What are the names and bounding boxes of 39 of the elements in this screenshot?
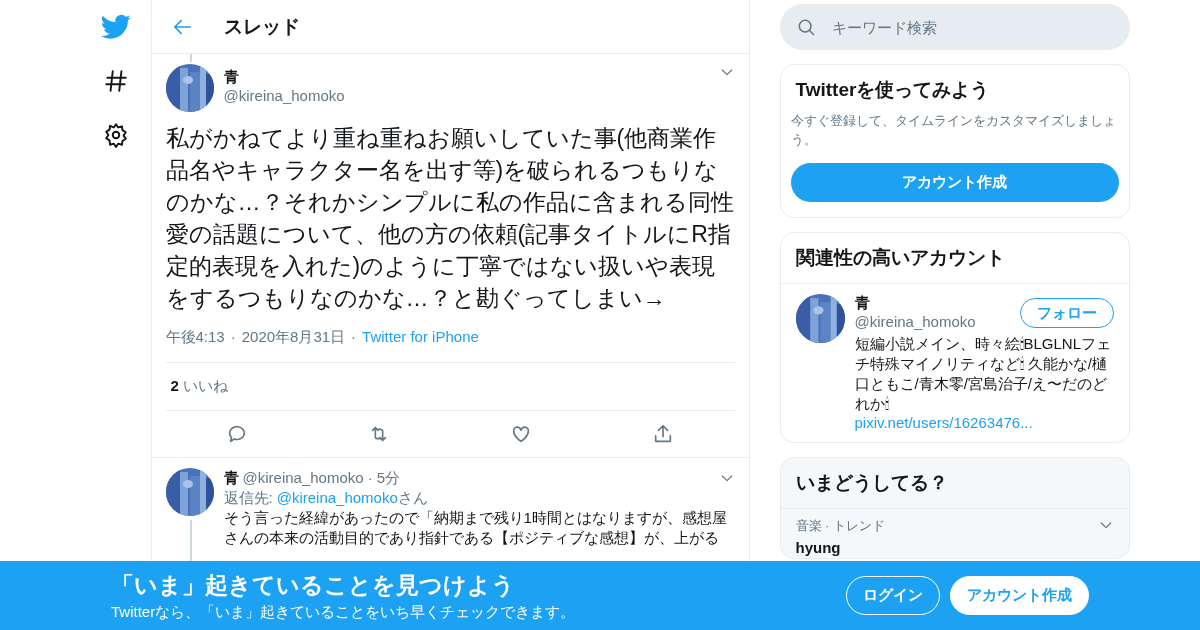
user-bio: 短編小説メイン、時々絵🕯BLGLNLフェチ特殊マイノリティなど🕯 久能かな/樋口ともこ/青木零/宮島治子/え〜だのどれか🕯: [854, 334, 1113, 414]
tweet-time: 午後4:13: [165, 328, 225, 347]
user-name: 青: [854, 294, 871, 313]
tweet-date: 2020年8月31日: [241, 328, 346, 347]
hashtag-icon[interactable]: [102, 68, 129, 94]
card-title: 関連性の高いアカウント: [780, 233, 1129, 284]
user-handle: @kireina_homoko: [223, 87, 346, 104]
card-title: Twitterを使ってみよう: [794, 78, 991, 102]
page-title: スレッド: [223, 14, 300, 39]
banner-title: 「いま」起きていることを見つけよう: [111, 570, 516, 600]
separator-dot: ·: [230, 328, 236, 347]
signup-button[interactable]: アカウント作成: [950, 576, 1089, 615]
user-name: 青: [223, 68, 240, 87]
reply-text: そう言った経緯があったので「納期まで残り1時間とはなりますが、感想屋さんの本来の活動目的であり指針である【ポジティブな感想】が、上がる: [223, 508, 728, 548]
follow-button[interactable]: フォロー: [1019, 298, 1114, 328]
trend-context: 音楽 · トレンド: [795, 517, 887, 535]
reply-to-label: 返信先:: [223, 488, 273, 508]
source-link[interactable]: Twitter for iPhone: [362, 328, 479, 347]
like-label: いいね: [182, 377, 228, 396]
user-handle: @kireina_homoko: [854, 313, 977, 330]
signup-button[interactable]: アカウント作成: [790, 163, 1119, 202]
card-text: 今すぐ登録して、タイムラインをカスタマイズしましょう。: [789, 112, 1117, 149]
bird-logo[interactable]: [100, 14, 131, 40]
like-count: 2: [170, 377, 179, 396]
tweet-text: 私がかねてより重ね重ねお願いしていた事(他商業作品名やキャラクター名を出す等)を破られるつもりなのかな…？それかシンプルに私の作品に含まれる同性愛の話題について、他の方の依頼(記事タイトルにR指定的表現を入れた)のように丁寧ではない扱いや表現をするつもりなのかな…？と勘ぐってしまい→: [165, 124, 735, 313]
user-name: 青: [223, 468, 239, 488]
separator-dot: ·: [367, 468, 373, 488]
profile-link[interactable]: pixiv.net/users/16263476...: [854, 414, 1033, 431]
trend-name: hyung: [795, 539, 842, 556]
card-title: いまどうしてる？: [780, 458, 1129, 509]
honorific: さん: [397, 488, 428, 508]
search-field[interactable]: キーワード検索: [779, 4, 1130, 50]
mention-link[interactable]: @kireina_homoko: [276, 488, 398, 508]
user-handle: @kireina_homoko: [242, 468, 364, 488]
tweet-age: 5分: [376, 468, 400, 488]
settings-icon[interactable]: [102, 122, 129, 148]
banner-text: Twitterなら、「いま」起きていることをいち早くチェックできます。: [111, 602, 577, 622]
trend-item[interactable]: 音楽 · トレンド hyung: [780, 509, 1129, 558]
separator-dot: ·: [351, 328, 357, 347]
